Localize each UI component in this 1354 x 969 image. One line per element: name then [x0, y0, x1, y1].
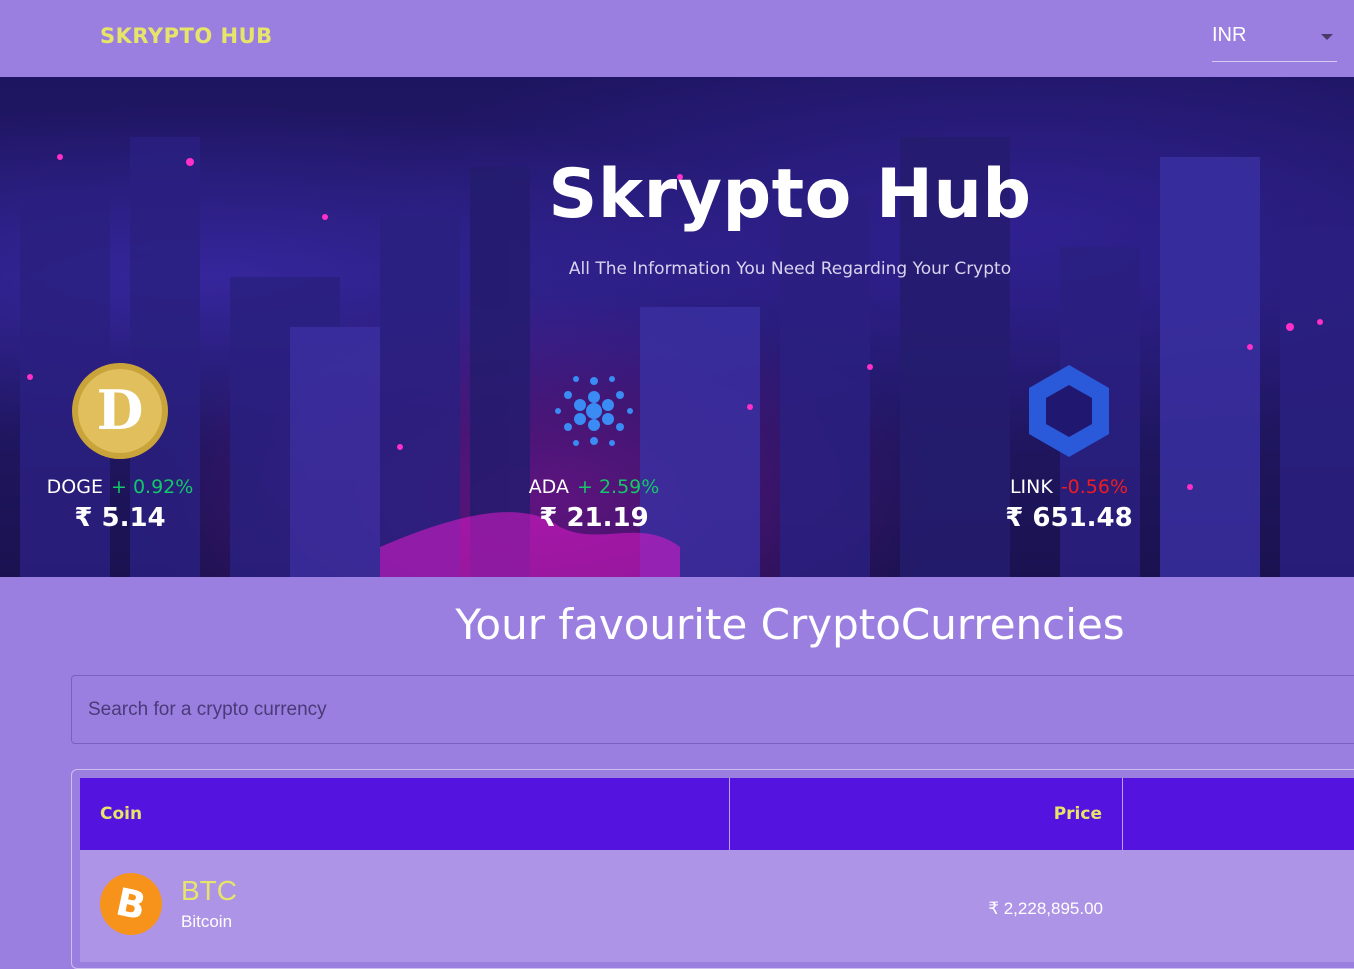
- search-input[interactable]: [71, 675, 1354, 744]
- section-title: Your favourite CryptoCurrencies: [455, 600, 1125, 649]
- coin-price: ₹ 2,228,895.00: [988, 899, 1103, 918]
- coin-change: + 0.92%: [111, 476, 194, 498]
- trending-coin-link[interactable]: LINK -0.56% ₹ 651.48: [969, 359, 1169, 539]
- coin-price: ₹ 5.14: [74, 503, 166, 533]
- column-header-price[interactable]: Price: [730, 778, 1123, 850]
- column-header-change[interactable]: [1123, 778, 1354, 850]
- coin-symbol: LINK: [1009, 476, 1053, 498]
- brand-logo-text[interactable]: SKRYPTO HUB: [100, 24, 273, 48]
- trending-coin-doge[interactable]: D DOGE + 0.92% ₹ 5.14: [20, 359, 220, 539]
- doge-icon: D: [72, 363, 168, 459]
- coin-price: ₹ 21.19: [539, 503, 649, 533]
- coin-change: -0.56%: [1060, 476, 1129, 498]
- bitcoin-icon: B: [100, 873, 162, 935]
- hero-subtitle: All The Information You Need Regarding Y…: [568, 259, 1012, 279]
- trending-coin-line: ADA + 2.59%: [494, 476, 694, 498]
- trending-coin-line: LINK -0.56%: [969, 476, 1169, 498]
- column-header-coin[interactable]: Coin: [80, 778, 730, 850]
- coin-name: Bitcoin: [181, 912, 233, 931]
- trending-coin-ada[interactable]: ADA + 2.59% ₹ 21.19: [494, 359, 694, 539]
- coin-price: ₹ 651.48: [1005, 503, 1133, 533]
- currency-select[interactable]: INR: [1212, 14, 1337, 62]
- hero-banner: Skrypto Hub All The Information You Need…: [0, 77, 1354, 577]
- coin-symbol: BTC: [181, 875, 237, 906]
- currency-select-value: INR: [1212, 24, 1247, 46]
- trending-coin-line: DOGE + 0.92%: [20, 476, 220, 498]
- table-row[interactable]: B BTC Bitcoin ₹ 2,228,895.00: [80, 850, 1354, 962]
- cardano-icon: [555, 376, 633, 446]
- coin-change: + 2.59%: [576, 476, 660, 498]
- coin-symbol: ADA: [528, 476, 569, 498]
- coins-table: Coin Price B BTC Bitcoin ₹ 2,228,895.00: [71, 769, 1354, 969]
- app-bar: SKRYPTO HUB INR: [0, 0, 1354, 77]
- hero-title: Skrypto Hub: [548, 155, 1032, 234]
- svg-text:D: D: [97, 378, 144, 442]
- chainlink-icon: [1029, 365, 1109, 457]
- caret-down-icon: [1321, 34, 1333, 40]
- coin-symbol: DOGE: [46, 476, 103, 498]
- table-header: Coin Price: [80, 778, 1354, 850]
